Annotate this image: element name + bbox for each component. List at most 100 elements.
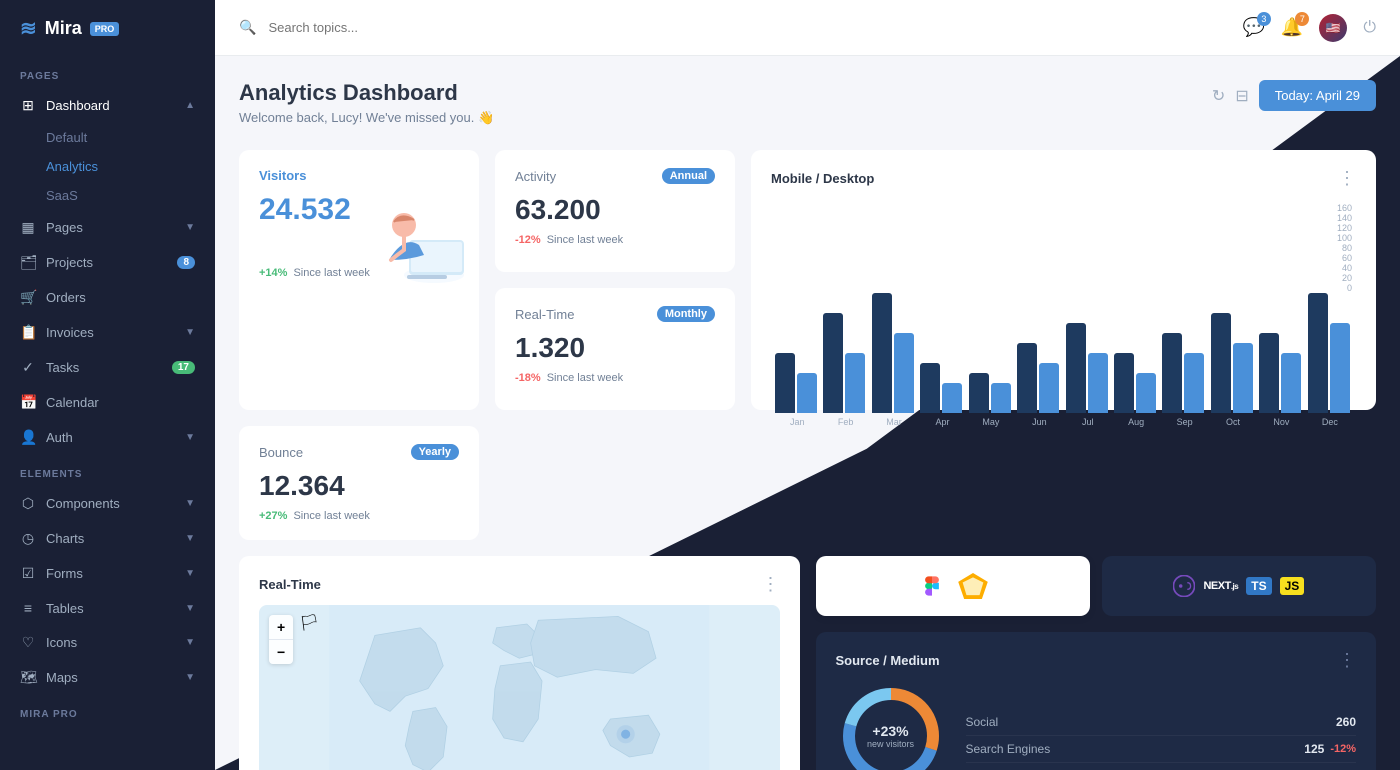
bounce-change-label: Since last week [293,510,369,522]
visitors-change: +14% [259,267,287,279]
today-button[interactable]: Today: April 29 [1259,80,1376,111]
visitors-card: Visitors 24.532 [239,150,479,410]
logo-area: ≋ Mira PRO [0,0,215,57]
sidebar-item-icons[interactable]: ♡ Icons ▼ [0,625,215,660]
power-button[interactable]: ⏻ [1363,19,1376,37]
donut-center-sub: new visitors [867,739,914,749]
activity-change-label: Since last week [547,234,623,246]
zoom-in-button[interactable]: + [269,615,293,640]
sidebar-label-forms: Forms [46,566,175,581]
alerts-button[interactable]: 🔔 7 [1281,17,1303,38]
sidebar-label-pages: Pages [46,220,175,235]
sidebar-label-charts: Charts [46,531,175,546]
search-icon: 🔍 [239,19,256,36]
redux-icon [1173,575,1195,597]
sidebar-item-projects[interactable]: 🗂 Projects 8 [0,245,215,280]
tasks-icon: ✓ [20,359,36,376]
sidebar-item-calendar[interactable]: 📅 Calendar [0,385,215,420]
page-header-right: ↻ ⊟ Today: April 29 [1212,80,1376,111]
sidebar-sub-analytics[interactable]: Analytics [0,152,215,181]
map-flag: 🏳 [299,613,319,633]
sidebar: ≋ Mira PRO PAGES ⊞ Dashboard ▲ Default A… [0,0,215,770]
page-header-left: Analytics Dashboard Welcome back, Lucy! … [239,80,494,126]
maps-icon: 🗺 [20,669,36,686]
donut-chart: +23% new visitors [836,681,946,770]
mira-pro-section-label: MIRA PRO [0,695,215,726]
typescript-logo: TS [1246,577,1271,595]
auth-chevron: ▼ [185,432,195,443]
invoices-chevron: ▼ [185,327,195,338]
sidebar-item-orders[interactable]: 🛒 Orders [0,280,215,315]
sidebar-item-auth[interactable]: 👤 Auth ▼ [0,420,215,455]
realtime-value: 1.320 [515,332,715,364]
projects-icon: 🗂 [20,254,36,271]
sidebar-sub-default[interactable]: Default [0,123,215,152]
visitors-illustration [359,180,469,295]
sidebar-label-icons: Icons [46,635,175,650]
search-input[interactable] [268,20,1230,35]
donut-center-text: +23% [867,723,914,739]
nextjs-logo-text: NEXT.js [1203,580,1238,592]
page-title: Analytics Dashboard [239,80,494,106]
sidebar-label-calendar: Calendar [46,395,195,410]
source-medium-title: Source / Medium [836,653,940,668]
activity-value: 63.200 [515,194,715,226]
sidebar-item-tables[interactable]: ≡ Tables ▼ [0,591,215,625]
realtime-title: Real-Time [515,307,574,322]
language-selector[interactable]: 🇺🇸 [1319,14,1347,42]
source-medium-card: Source / Medium ⋮ [816,632,1377,770]
tables-chevron: ▼ [185,603,195,614]
icons-chevron: ▼ [185,637,195,648]
notifications-button[interactable]: 💬 3 [1243,17,1265,38]
activity-footer: -12% Since last week [515,234,715,246]
activity-change: -12% [515,234,541,246]
zoom-out-button[interactable]: − [269,640,293,664]
bounce-card: Bounce Yearly 12.364 +27% Since last wee… [239,426,479,540]
mobile-desktop-menu[interactable]: ⋮ [1338,168,1356,189]
source-search-change: -12% [1330,743,1356,755]
sidebar-item-tasks[interactable]: ✓ Tasks 17 [0,350,215,385]
sidebar-item-invoices[interactable]: 📋 Invoices ▼ [0,315,215,350]
refresh-button[interactable]: ↻ [1212,86,1225,106]
sidebar-item-charts[interactable]: ◷ Charts ▼ [0,521,215,556]
notifications-badge: 3 [1257,12,1271,26]
logos-light-box [816,556,1090,616]
sidebar-item-dashboard[interactable]: ⊞ Dashboard ▲ [0,88,215,123]
sidebar-item-components[interactable]: ⬡ Components ▼ [0,486,215,521]
charts-icon: ◷ [20,530,36,547]
components-icon: ⬡ [20,495,36,512]
sidebar-sub-saas[interactable]: SaaS [0,181,215,210]
bar-labels: JanFebMarAprMayJunJulAugSepOctNovDec [771,413,1356,427]
realtime-map-title: Real-Time [259,577,321,592]
sidebar-item-forms[interactable]: ☑ Forms ▼ [0,556,215,591]
realtime-stat-card: Real-Time Monthly 1.320 -18% Since last … [495,288,735,410]
source-row-social: Social 260 [966,709,1357,736]
logos-section: NEXT.js TS JS [816,556,1377,616]
pages-section-label: PAGES [0,57,215,88]
realtime-badge: Monthly [657,306,715,322]
sidebar-item-maps[interactable]: 🗺 Maps ▼ [0,660,215,695]
sidebar-label-auth: Auth [46,430,175,445]
invoices-icon: 📋 [20,324,36,341]
projects-badge: 8 [177,256,195,269]
filter-button[interactable]: ⊟ [1235,86,1248,106]
source-search-name: Search Engines [966,742,1051,756]
mobile-desktop-title: Mobile / Desktop [771,171,874,186]
sidebar-item-pages[interactable]: ▦ Pages ▼ [0,210,215,245]
sidebar-label-projects: Projects [46,255,167,270]
sidebar-label-tasks: Tasks [46,360,162,375]
source-search-value: 125 [1304,742,1324,756]
sidebar-label-maps: Maps [46,670,175,685]
logos-dark-box: NEXT.js TS JS [1102,556,1376,616]
calendar-icon: 📅 [20,394,36,411]
topnav-right: 💬 3 🔔 7 🇺🇸 ⏻ [1243,14,1377,42]
bounce-value: 12.364 [259,470,459,502]
maps-chevron: ▼ [185,672,195,683]
realtime-map-menu[interactable]: ⋮ [762,574,780,595]
bounce-change: +27% [259,510,287,522]
figma-icon [918,572,946,600]
realtime-map-card: Real-Time ⋮ [239,556,800,770]
realtime-change-label: Since last week [547,372,623,384]
bar-chart [771,293,1356,413]
source-medium-menu[interactable]: ⋮ [1338,650,1356,671]
